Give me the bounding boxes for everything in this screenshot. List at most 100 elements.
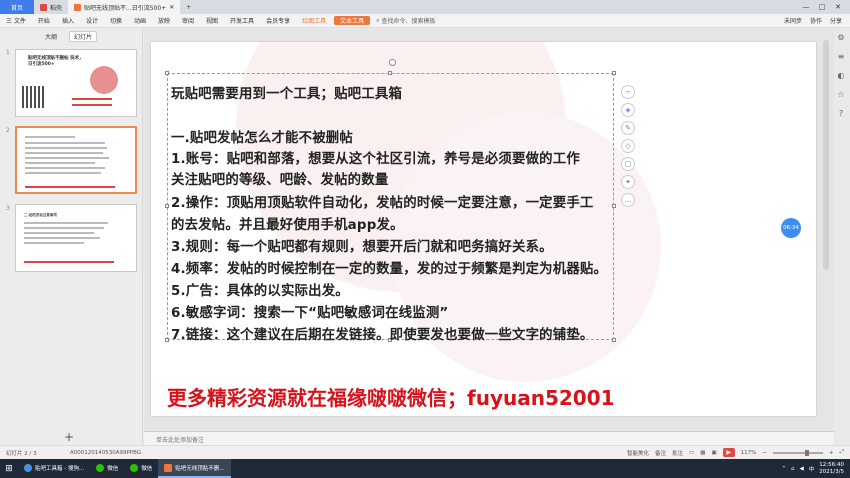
settings-icon[interactable]: ⚙ (837, 33, 844, 42)
slide-thumbnail-2[interactable] (15, 126, 137, 194)
taskbar-item-wps[interactable]: 贴吧无线顶贴不删... (158, 459, 231, 478)
menu-text-tools[interactable]: 文本工具 (334, 16, 371, 25)
animation-icon[interactable]: ☆ (837, 90, 844, 99)
tab-docer-label: 稻壳 (50, 4, 63, 12)
rotate-handle[interactable] (389, 59, 396, 66)
add-slide-button[interactable]: + (64, 430, 74, 444)
right-sidebar-tools: ⚙ ≡ ◐ ☆ ? (834, 33, 848, 118)
menu-item-1[interactable]: 插入 (56, 16, 80, 25)
tab-slides[interactable]: 幻灯片 (69, 30, 98, 42)
smart-beautify-button[interactable]: 智能美化 (627, 449, 649, 457)
maximize-icon[interactable]: □ (816, 3, 828, 11)
menu-item-7[interactable]: 视图 (200, 16, 224, 25)
slide-line-1: 玩贴吧需要用到一个工具；贴吧工具箱 (171, 87, 403, 102)
ppt-icon (74, 3, 82, 11)
tab-home[interactable]: 首页 (0, 0, 34, 14)
tab-docer[interactable]: 稻壳 (34, 0, 68, 14)
system-clock[interactable]: 12:56:40 2021/3/5 (819, 462, 844, 476)
recording-timer[interactable]: 06:34 (781, 218, 801, 238)
resize-handle[interactable] (165, 71, 169, 75)
new-tab-button[interactable]: + (180, 0, 197, 14)
wechat-icon (96, 463, 105, 472)
grid-view-icon[interactable]: ▦ (700, 450, 705, 456)
menu-item-6[interactable]: 审阅 (176, 16, 200, 25)
fit-window-icon[interactable]: ⤢ (840, 449, 844, 456)
start-menu-icon[interactable]: ⊞ (0, 459, 18, 478)
taskbar-item-browser[interactable]: 贴吧工具箱 - 搜狗... (18, 459, 90, 478)
slide-line-12: 7.链接：这个建议在后期在发链接。即使要发也要做一些文字的铺垫。 (171, 328, 594, 343)
taskbar-item-wechat-2[interactable]: 微信 (124, 459, 158, 478)
os-taskbar: ⊞ 贴吧工具箱 - 搜狗... 微信 微信 贴吧无线顶贴不删... ⌃ ⌂ ◀ … (0, 459, 850, 478)
search-icon: ⌕ (376, 16, 380, 24)
format-icon[interactable]: ◐ (838, 71, 845, 80)
slide-number-2: 2 (6, 127, 10, 134)
slide-canvas: 玩贴吧需要用到一个工具；贴吧工具箱 一.贴吧发帖怎么才能不被删帖 1.账号：贴吧… (144, 29, 834, 430)
more-icon[interactable]: … (621, 193, 635, 207)
menu-item-9[interactable]: 会员专享 (260, 16, 296, 25)
properties-icon[interactable]: ≡ (838, 52, 845, 61)
copy-icon[interactable]: ▢ (621, 157, 635, 171)
tray-arrow-icon[interactable]: ⌃ (781, 466, 786, 472)
tab-outline[interactable]: 大纲 (45, 32, 57, 41)
resize-handle[interactable] (388, 71, 392, 75)
sogou-browser-icon (24, 463, 32, 472)
volume-icon[interactable]: ◀ (800, 466, 804, 472)
collab-button[interactable]: 协作 (810, 16, 822, 25)
taskbar-item-wechat-1[interactable]: 微信 (90, 459, 124, 478)
zoom-knob[interactable] (804, 449, 809, 456)
notes-button[interactable]: 备注 (655, 449, 666, 457)
normal-view-icon[interactable]: ▭ (689, 450, 694, 456)
zoom-in-icon[interactable]: + (829, 450, 834, 456)
menu-item-4[interactable]: 动画 (128, 16, 152, 25)
notes-area[interactable]: 单击此处添加备注 (144, 431, 834, 445)
zoom-level[interactable]: 117% (741, 450, 757, 456)
shape-icon[interactable]: ◇ (621, 139, 635, 153)
menu-item-8[interactable]: 开发工具 (224, 16, 260, 25)
slide3-title: 二.贴吧发帖注意事项 (24, 213, 57, 217)
resize-handle[interactable] (612, 204, 616, 208)
menu-item-2[interactable]: 设计 (80, 16, 104, 25)
slide-line-5: 关注贴吧的等级、吧龄、发帖的数量 (171, 173, 389, 188)
close-window-icon[interactable]: ✕ (832, 3, 844, 11)
close-tab-icon[interactable]: ✕ (169, 4, 174, 11)
wechat-icon (130, 463, 139, 472)
vertical-scrollbar[interactable] (823, 40, 829, 270)
command-search[interactable]: ⌕ 查找命令、搜索模板 (376, 16, 435, 26)
resize-handle[interactable] (165, 204, 169, 208)
menu-item-3[interactable]: 切换 (104, 16, 128, 25)
layers-icon[interactable]: ◈ (621, 103, 635, 117)
collapse-icon[interactable]: − (621, 85, 635, 99)
pen-icon[interactable]: ✎ (621, 121, 635, 135)
comment-button[interactable]: 批注 (672, 449, 683, 457)
sync-button[interactable]: 未同步 (784, 16, 802, 25)
resize-handle[interactable] (612, 338, 616, 342)
input-method-icon[interactable]: 中 (809, 465, 815, 473)
slide-line-9: 4.频率：发帖的时候控制在一定的数量，发的过于频繁是判定为机器贴。 (171, 262, 608, 277)
help-icon[interactable]: ? (839, 109, 843, 118)
window-controls: — □ ✕ (800, 3, 850, 11)
network-icon[interactable]: ⌂ (791, 466, 795, 472)
slide-thumbnail-1[interactable]: 贴吧无线顶贴不删帖 技术，日引流500+ (15, 49, 137, 117)
slide-thumbnail-panel: 大纲 幻灯片 1 贴吧无线顶贴不删帖 技术，日引流500+ 2 3 二.贴吧发帖… (0, 29, 143, 445)
status-bar: 幻灯片 2 / 3 A000120140530A99PPBG 智能美化 备注 批… (0, 445, 850, 459)
docer-icon (40, 3, 47, 11)
play-slideshow-button[interactable]: ▶ (722, 448, 735, 457)
idea-icon[interactable]: ✦ (621, 175, 635, 189)
slide-line-6: 2.操作：顶贴用顶贴软件自动化，发帖的时候一定要注意，一定要手工 (171, 196, 594, 211)
menu-drawing-tools[interactable]: 绘图工具 (296, 16, 332, 25)
resize-handle[interactable] (612, 71, 616, 75)
menu-item-5[interactable]: 放映 (152, 16, 176, 25)
promo-footer: 更多精彩资源就在福缘啵啵微信；fuyuan52001 (167, 386, 615, 410)
reading-view-icon[interactable]: ▣ (711, 450, 716, 456)
clock-time: 12:56:40 (819, 461, 844, 468)
wps-icon (164, 463, 173, 472)
menu-file[interactable]: 三 文件 (0, 16, 32, 25)
slide-thumbnail-3[interactable]: 二.贴吧发帖注意事项 (15, 204, 137, 272)
menu-item-0[interactable]: 开始 (32, 16, 56, 25)
share-button[interactable]: 分享 (830, 16, 842, 25)
tab-document[interactable]: 贴吧无线顶贴不...日引流500+ ✕ (68, 0, 181, 14)
minimize-icon[interactable]: — (800, 3, 812, 11)
zoom-slider[interactable] (772, 449, 823, 456)
resize-handle[interactable] (165, 338, 169, 342)
zoom-out-icon[interactable]: − (762, 450, 767, 456)
